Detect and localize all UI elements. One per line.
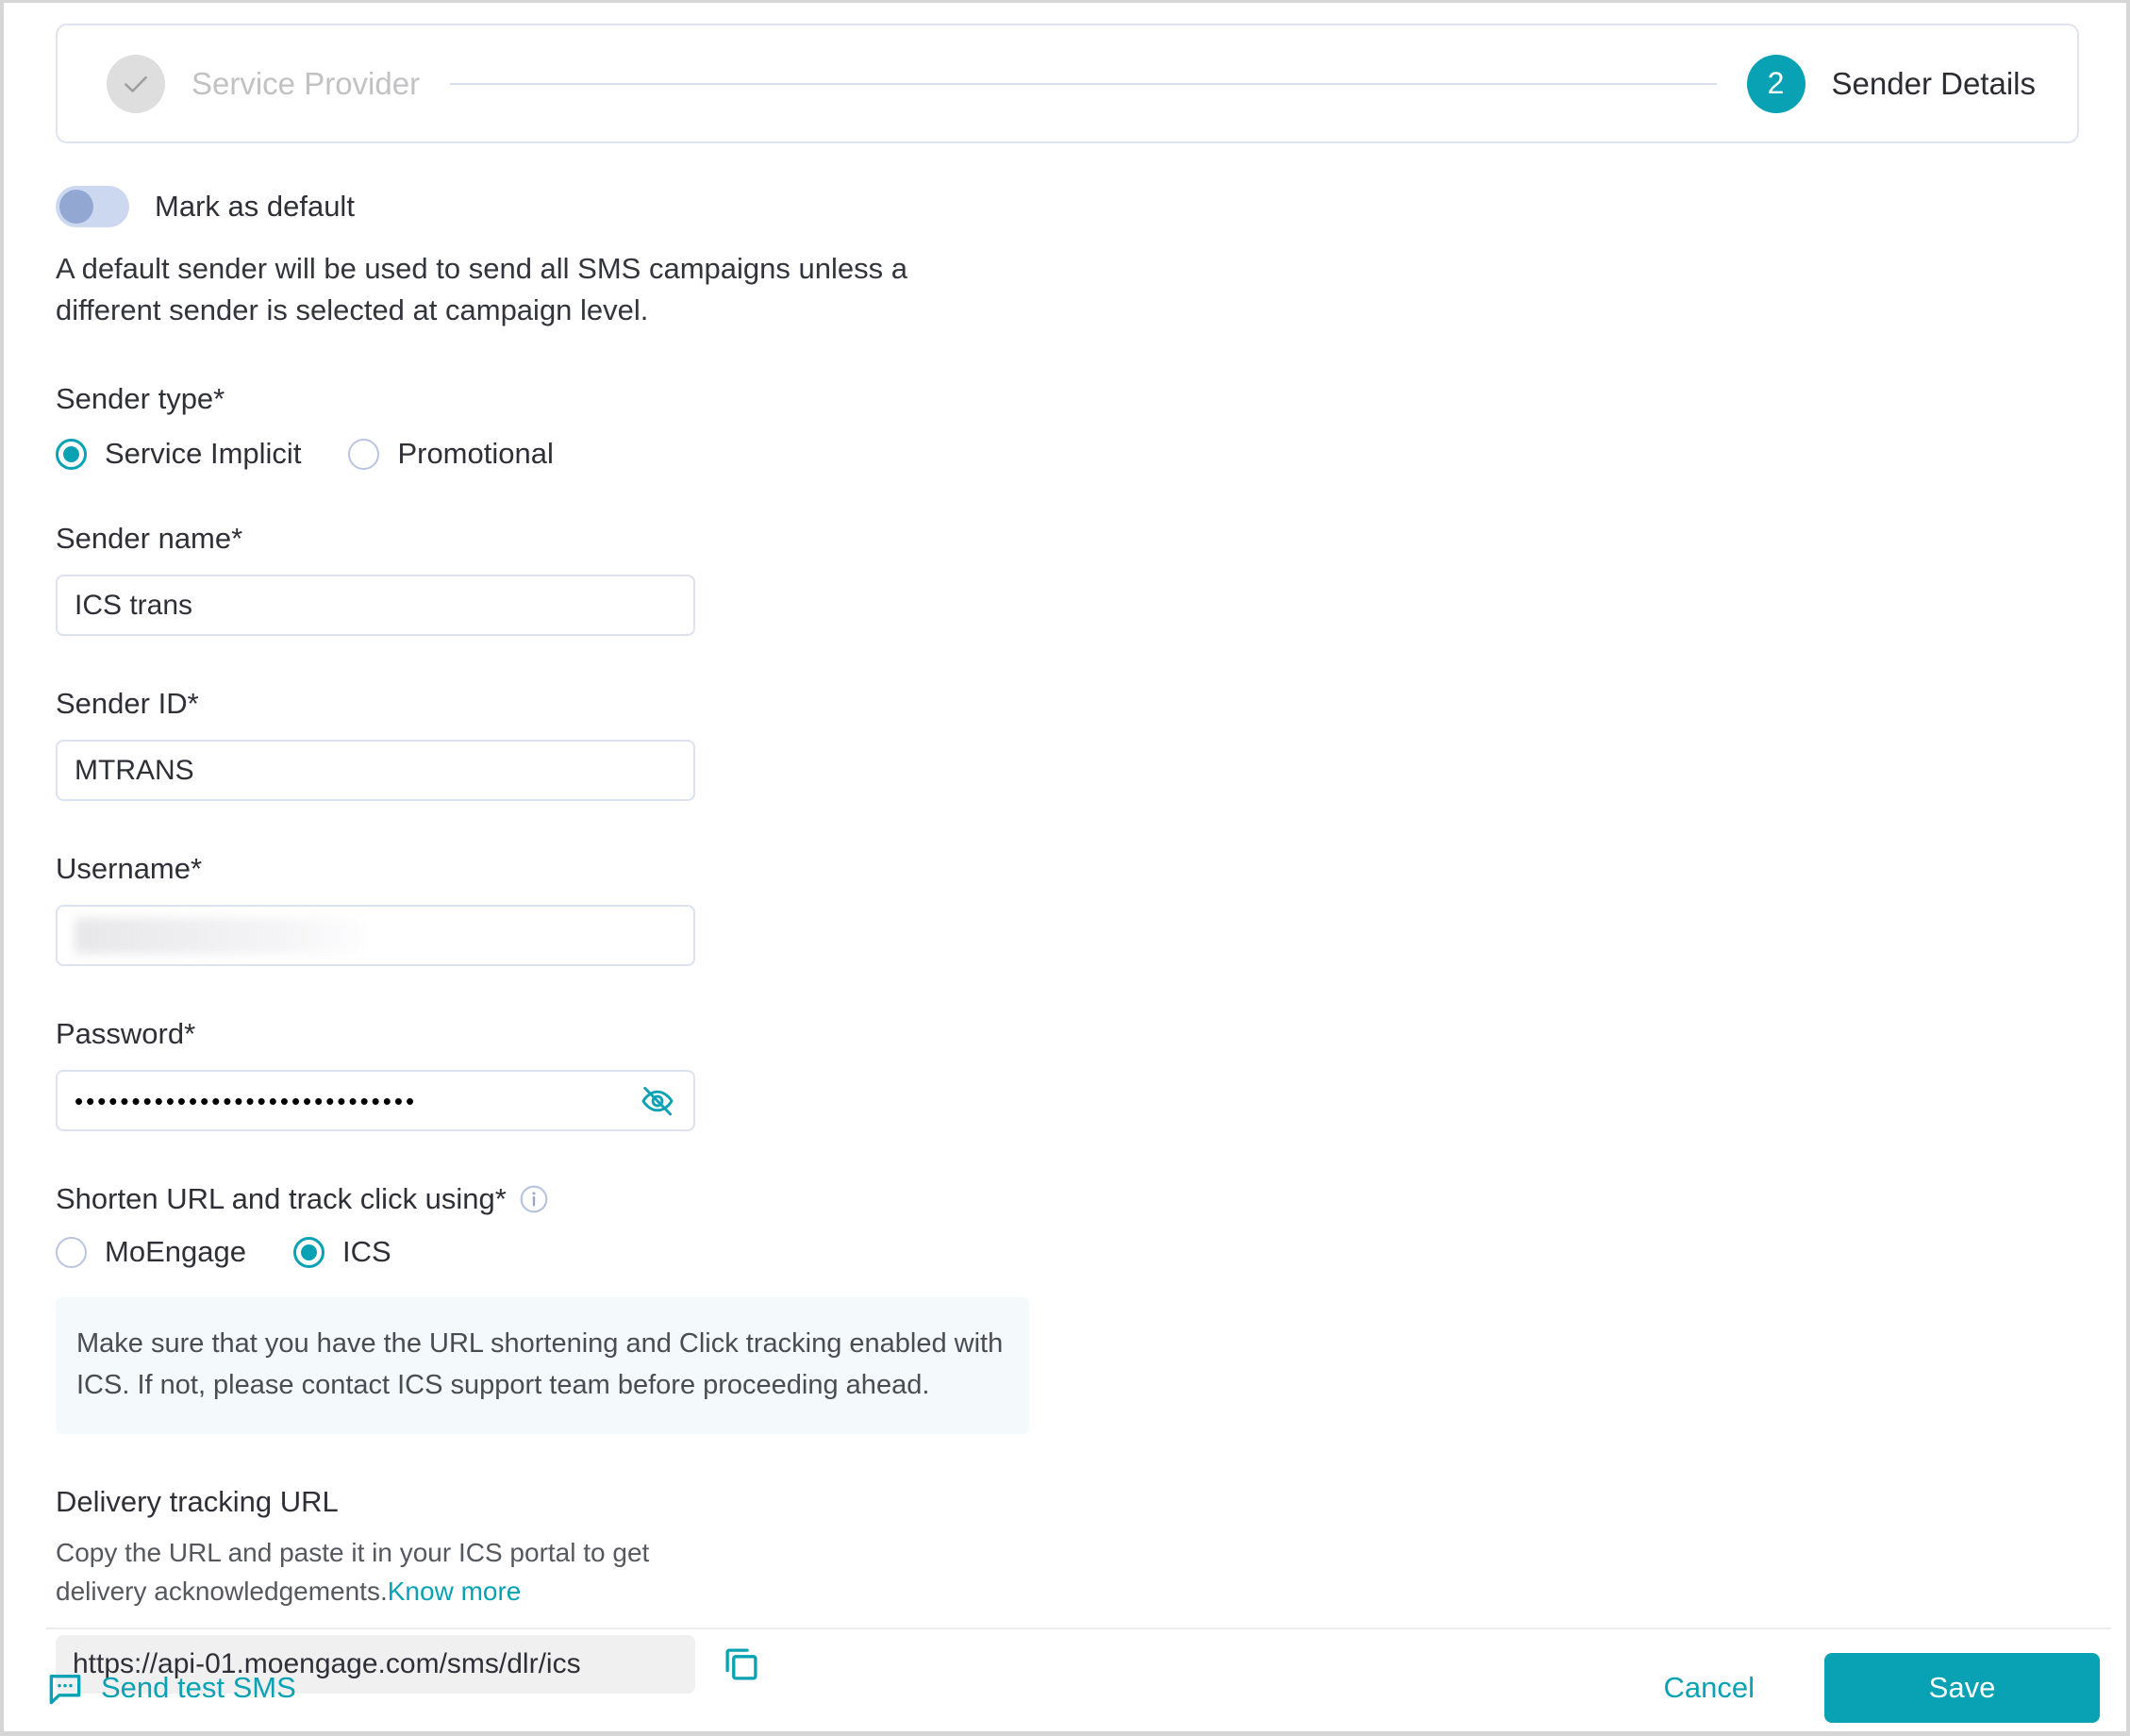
know-more-link[interactable]: Know more	[388, 1577, 522, 1606]
sender-id-value: MTRANS	[75, 754, 194, 786]
username-redacted-value	[75, 917, 367, 954]
radio-service-implicit-indicator	[56, 438, 87, 470]
step-number-badge: 2	[1746, 54, 1806, 113]
radio-ics[interactable]: ICS	[292, 1235, 391, 1269]
sender-type-group: Sender type* Service Implicit Promotiona…	[56, 382, 2079, 471]
sender-name-label: Sender name*	[56, 522, 243, 556]
sender-name-input[interactable]: ICS trans	[56, 575, 695, 637]
sender-id-group: Sender ID* MTRANS	[56, 687, 2079, 802]
footer-actions: Cancel Save	[1630, 1653, 2100, 1723]
sender-type-label: Sender type*	[56, 382, 225, 416]
check-icon	[125, 75, 147, 92]
shorten-url-group: Shorten URL and track click using* MoEng…	[56, 1182, 2079, 1435]
mark-as-default-label: Mark as default	[155, 190, 355, 223]
shorten-url-note: Make sure that you have the URL shorteni…	[56, 1297, 1029, 1435]
password-value: ••••••••••••••••••••••••••••••	[75, 1086, 418, 1115]
toggle-knob	[59, 190, 93, 224]
username-label: Username*	[56, 852, 203, 886]
sender-id-label: Sender ID*	[56, 687, 199, 721]
username-group: Username*	[56, 852, 2079, 967]
radio-service-implicit-label: Service Implicit	[105, 437, 302, 471]
dialog-body: Service Provider 2 Sender Details Mark a…	[4, 3, 2126, 1731]
cancel-button[interactable]: Cancel	[1630, 1671, 1789, 1705]
sender-details-dialog: Service Provider 2 Sender Details Mark a…	[0, 0, 2130, 1736]
password-group: Password* ••••••••••••••••••••••••••••••	[56, 1017, 2079, 1132]
sender-id-input[interactable]: MTRANS	[56, 740, 695, 802]
radio-moengage-label: MoEngage	[105, 1235, 246, 1269]
mark-as-default-row: Mark as default	[56, 186, 2079, 227]
username-input[interactable]	[56, 905, 695, 967]
step-label-service-provider: Service Provider	[191, 65, 421, 101]
sms-bubble-icon	[49, 1675, 81, 1705]
shorten-url-label: Shorten URL and track click using*	[56, 1182, 2079, 1216]
radio-ics-indicator	[292, 1236, 324, 1268]
shorten-url-label-text: Shorten URL and track click using*	[56, 1182, 507, 1216]
sender-type-options: Service Implicit Promotional	[56, 437, 2079, 471]
eye-off-icon	[641, 1086, 674, 1115]
save-button[interactable]: Save	[1824, 1653, 2100, 1723]
radio-promotional[interactable]: Promotional	[348, 437, 554, 471]
radio-moengage[interactable]: MoEngage	[56, 1235, 246, 1269]
radio-promotional-indicator	[348, 438, 380, 470]
stepper-connector	[450, 82, 1717, 85]
sender-name-value: ICS trans	[75, 589, 193, 621]
password-visibility-toggle[interactable]	[639, 1082, 676, 1120]
password-label: Password*	[56, 1017, 196, 1051]
sender-name-group: Sender name* ICS trans	[56, 522, 2079, 637]
mark-as-default-description: A default sender will be used to send al…	[56, 252, 907, 327]
footer-divider	[46, 1628, 2111, 1629]
dialog-footer: Send test SMS Cancel Save	[46, 1644, 2100, 1731]
password-input[interactable]: ••••••••••••••••••••••••••••••	[56, 1070, 695, 1132]
step-label-sender-details: Sender Details	[1831, 65, 2036, 101]
shorten-url-options: MoEngage ICS	[56, 1235, 2079, 1269]
step-completed-badge	[107, 54, 165, 113]
step-sender-details[interactable]: 2 Sender Details	[1746, 54, 2036, 113]
step-service-provider[interactable]: Service Provider	[107, 54, 421, 113]
radio-moengage-indicator	[56, 1236, 87, 1268]
delivery-tracking-label: Delivery tracking URL	[56, 1485, 339, 1519]
send-test-sms-button[interactable]: Send test SMS	[46, 1669, 296, 1707]
send-test-sms-label: Send test SMS	[101, 1671, 296, 1704]
mark-as-default-toggle[interactable]	[56, 186, 129, 227]
info-icon[interactable]	[519, 1184, 549, 1214]
delivery-tracking-description: Copy the URL and paste it in your ICS po…	[56, 1534, 716, 1611]
radio-ics-label: ICS	[341, 1235, 391, 1269]
radio-service-implicit[interactable]: Service Implicit	[56, 437, 301, 471]
form-content: Mark as default A default sender will be…	[56, 163, 2079, 1694]
wizard-stepper: Service Provider 2 Sender Details	[56, 24, 2079, 143]
delivery-tracking-description-text: Copy the URL and paste it in your ICS po…	[56, 1538, 650, 1606]
radio-promotional-label: Promotional	[397, 437, 554, 471]
